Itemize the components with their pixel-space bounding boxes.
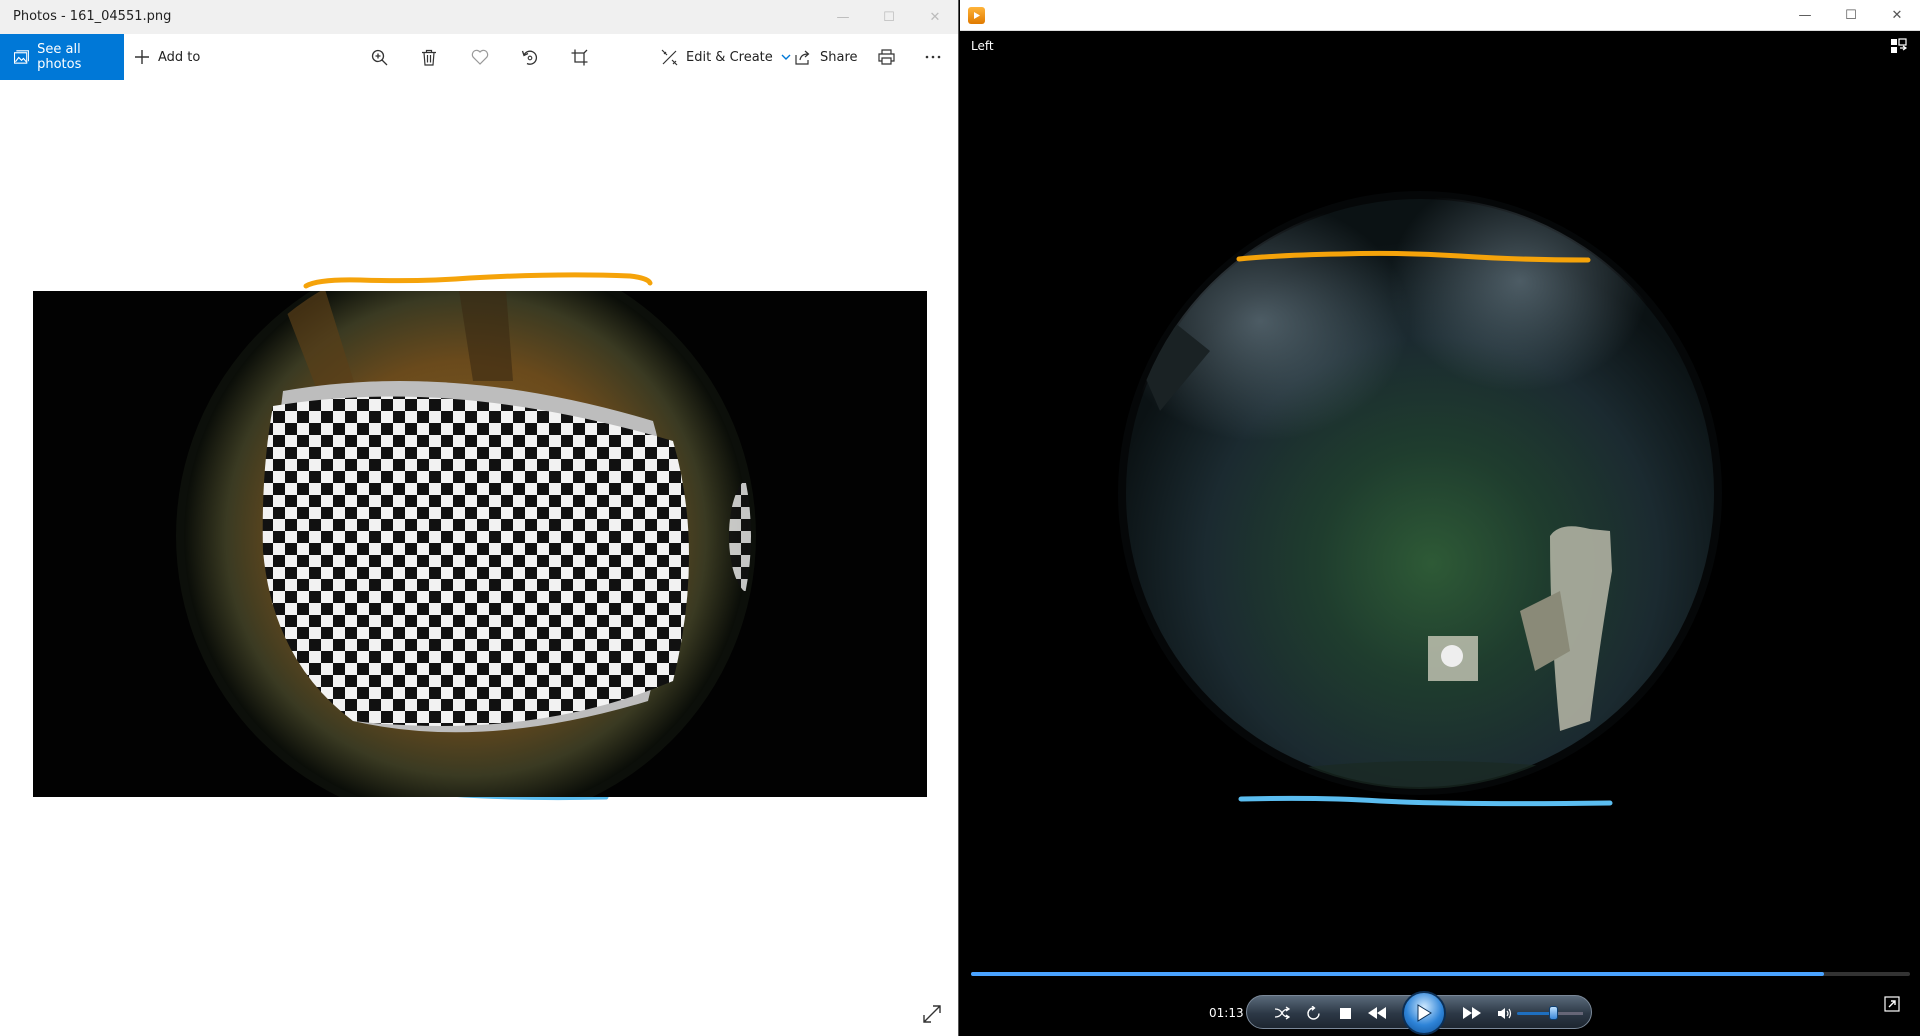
player-titlebar: — ☐ ✕ — [960, 0, 1920, 31]
elapsed-time: 01:13 — [1209, 1006, 1244, 1020]
close-button[interactable]: ✕ — [1874, 0, 1920, 31]
video-track-label: Left — [971, 39, 994, 53]
rewind-icon — [1368, 1007, 1386, 1019]
checkerboard — [262, 396, 689, 726]
media-player-window: — ☐ ✕ Left 01:13 — [960, 0, 1920, 1036]
expand-icon[interactable] — [922, 1004, 942, 1024]
window-controls: — ☐ ✕ — [1782, 0, 1920, 34]
repeat-button[interactable] — [1302, 996, 1324, 1030]
media-player-app-icon — [968, 7, 985, 24]
stop-button[interactable] — [1334, 996, 1356, 1030]
play-icon — [1417, 1004, 1432, 1022]
playback-controls — [1246, 991, 1592, 1035]
stop-icon — [1339, 1007, 1351, 1019]
seek-bar[interactable] — [971, 972, 1910, 976]
previous-button[interactable] — [1360, 996, 1394, 1030]
volume-slider-thumb[interactable] — [1549, 1006, 1558, 1020]
volume-icon — [1497, 1007, 1511, 1019]
next-button[interactable] — [1455, 996, 1489, 1030]
maximize-button[interactable]: ☐ — [1828, 0, 1874, 31]
light-beam — [1390, 197, 1650, 391]
video-frame[interactable] — [960, 31, 1920, 971]
shuffle-icon — [1274, 1006, 1290, 1020]
shuffle-button[interactable] — [1271, 996, 1293, 1030]
seek-bar-progress — [971, 972, 1824, 976]
mute-button[interactable] — [1493, 996, 1515, 1030]
sampling-device-lid — [1441, 645, 1463, 667]
fast-forward-icon — [1463, 1007, 1481, 1019]
photo-image[interactable] — [33, 291, 927, 797]
switch-to-library-icon[interactable] — [1890, 38, 1908, 54]
annotation-top-stroke — [303, 272, 653, 289]
photos-window: Photos - 161_04551.png — ☐ ✕ See all pho… — [0, 0, 959, 1036]
switch-to-now-playing-icon[interactable] — [1884, 996, 1900, 1012]
minimize-button[interactable]: — — [1782, 0, 1828, 31]
repeat-icon — [1306, 1005, 1320, 1020]
play-button[interactable] — [1402, 991, 1446, 1035]
